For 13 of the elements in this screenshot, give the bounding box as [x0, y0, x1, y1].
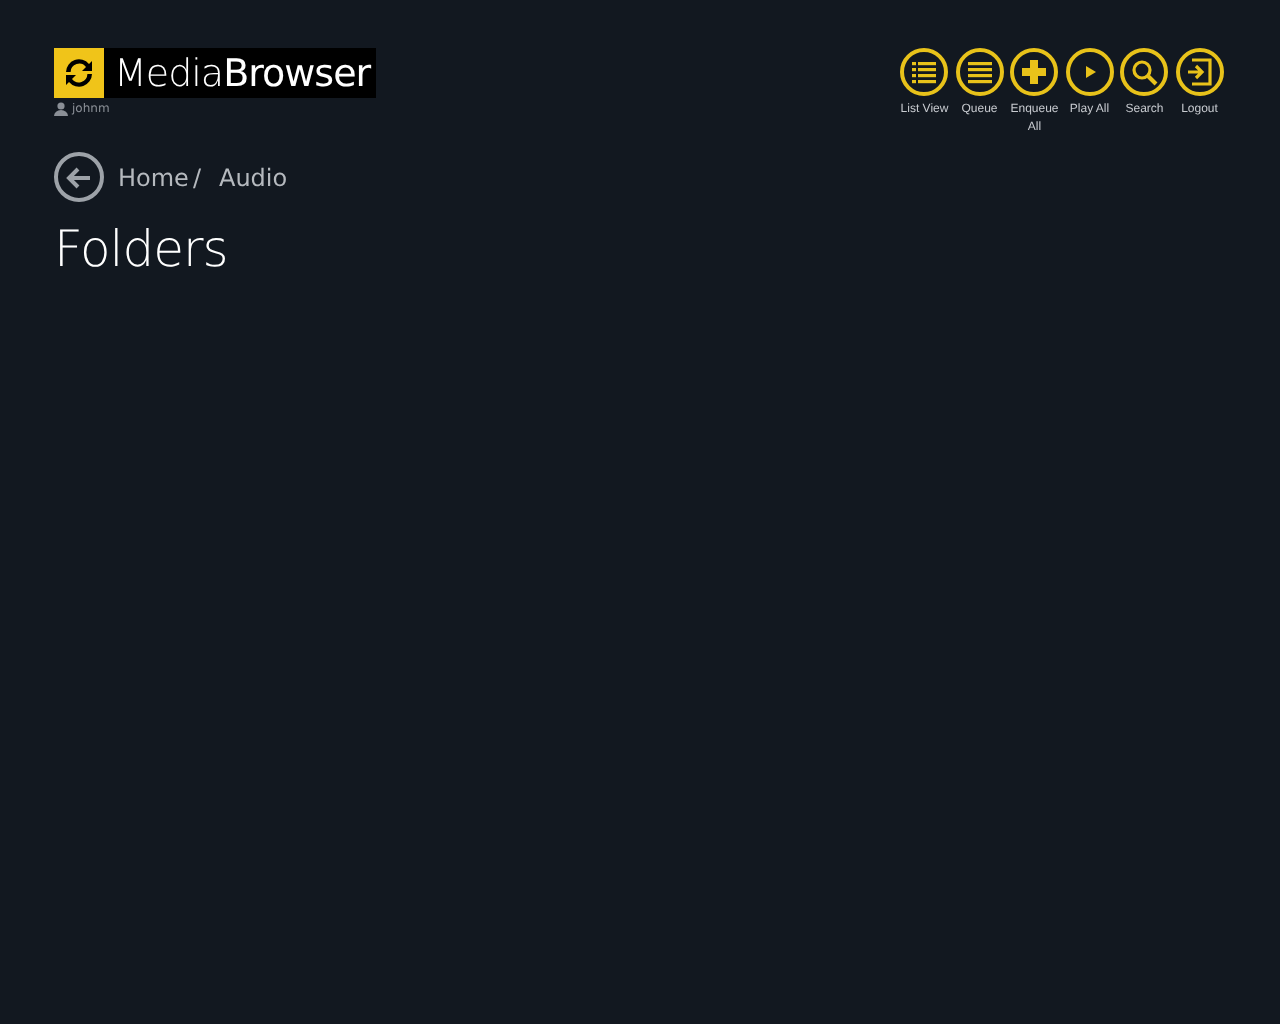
plus-icon	[1020, 58, 1049, 86]
logout-icon	[1185, 58, 1214, 86]
back-arrow-icon	[66, 165, 92, 189]
back-button[interactable]	[54, 152, 104, 202]
list-icon	[910, 58, 939, 86]
breadcrumb-link[interactable]: Audio	[218, 163, 288, 191]
breadcrumb-separator: /	[192, 163, 201, 191]
user-icon	[54, 102, 68, 116]
page-title: Folders	[54, 220, 230, 278]
search-icon	[1130, 58, 1159, 86]
logo-text: MediaBrowser	[114, 51, 371, 95]
queue-icon	[965, 58, 994, 86]
breadcrumb-link[interactable]: Home	[118, 163, 189, 191]
